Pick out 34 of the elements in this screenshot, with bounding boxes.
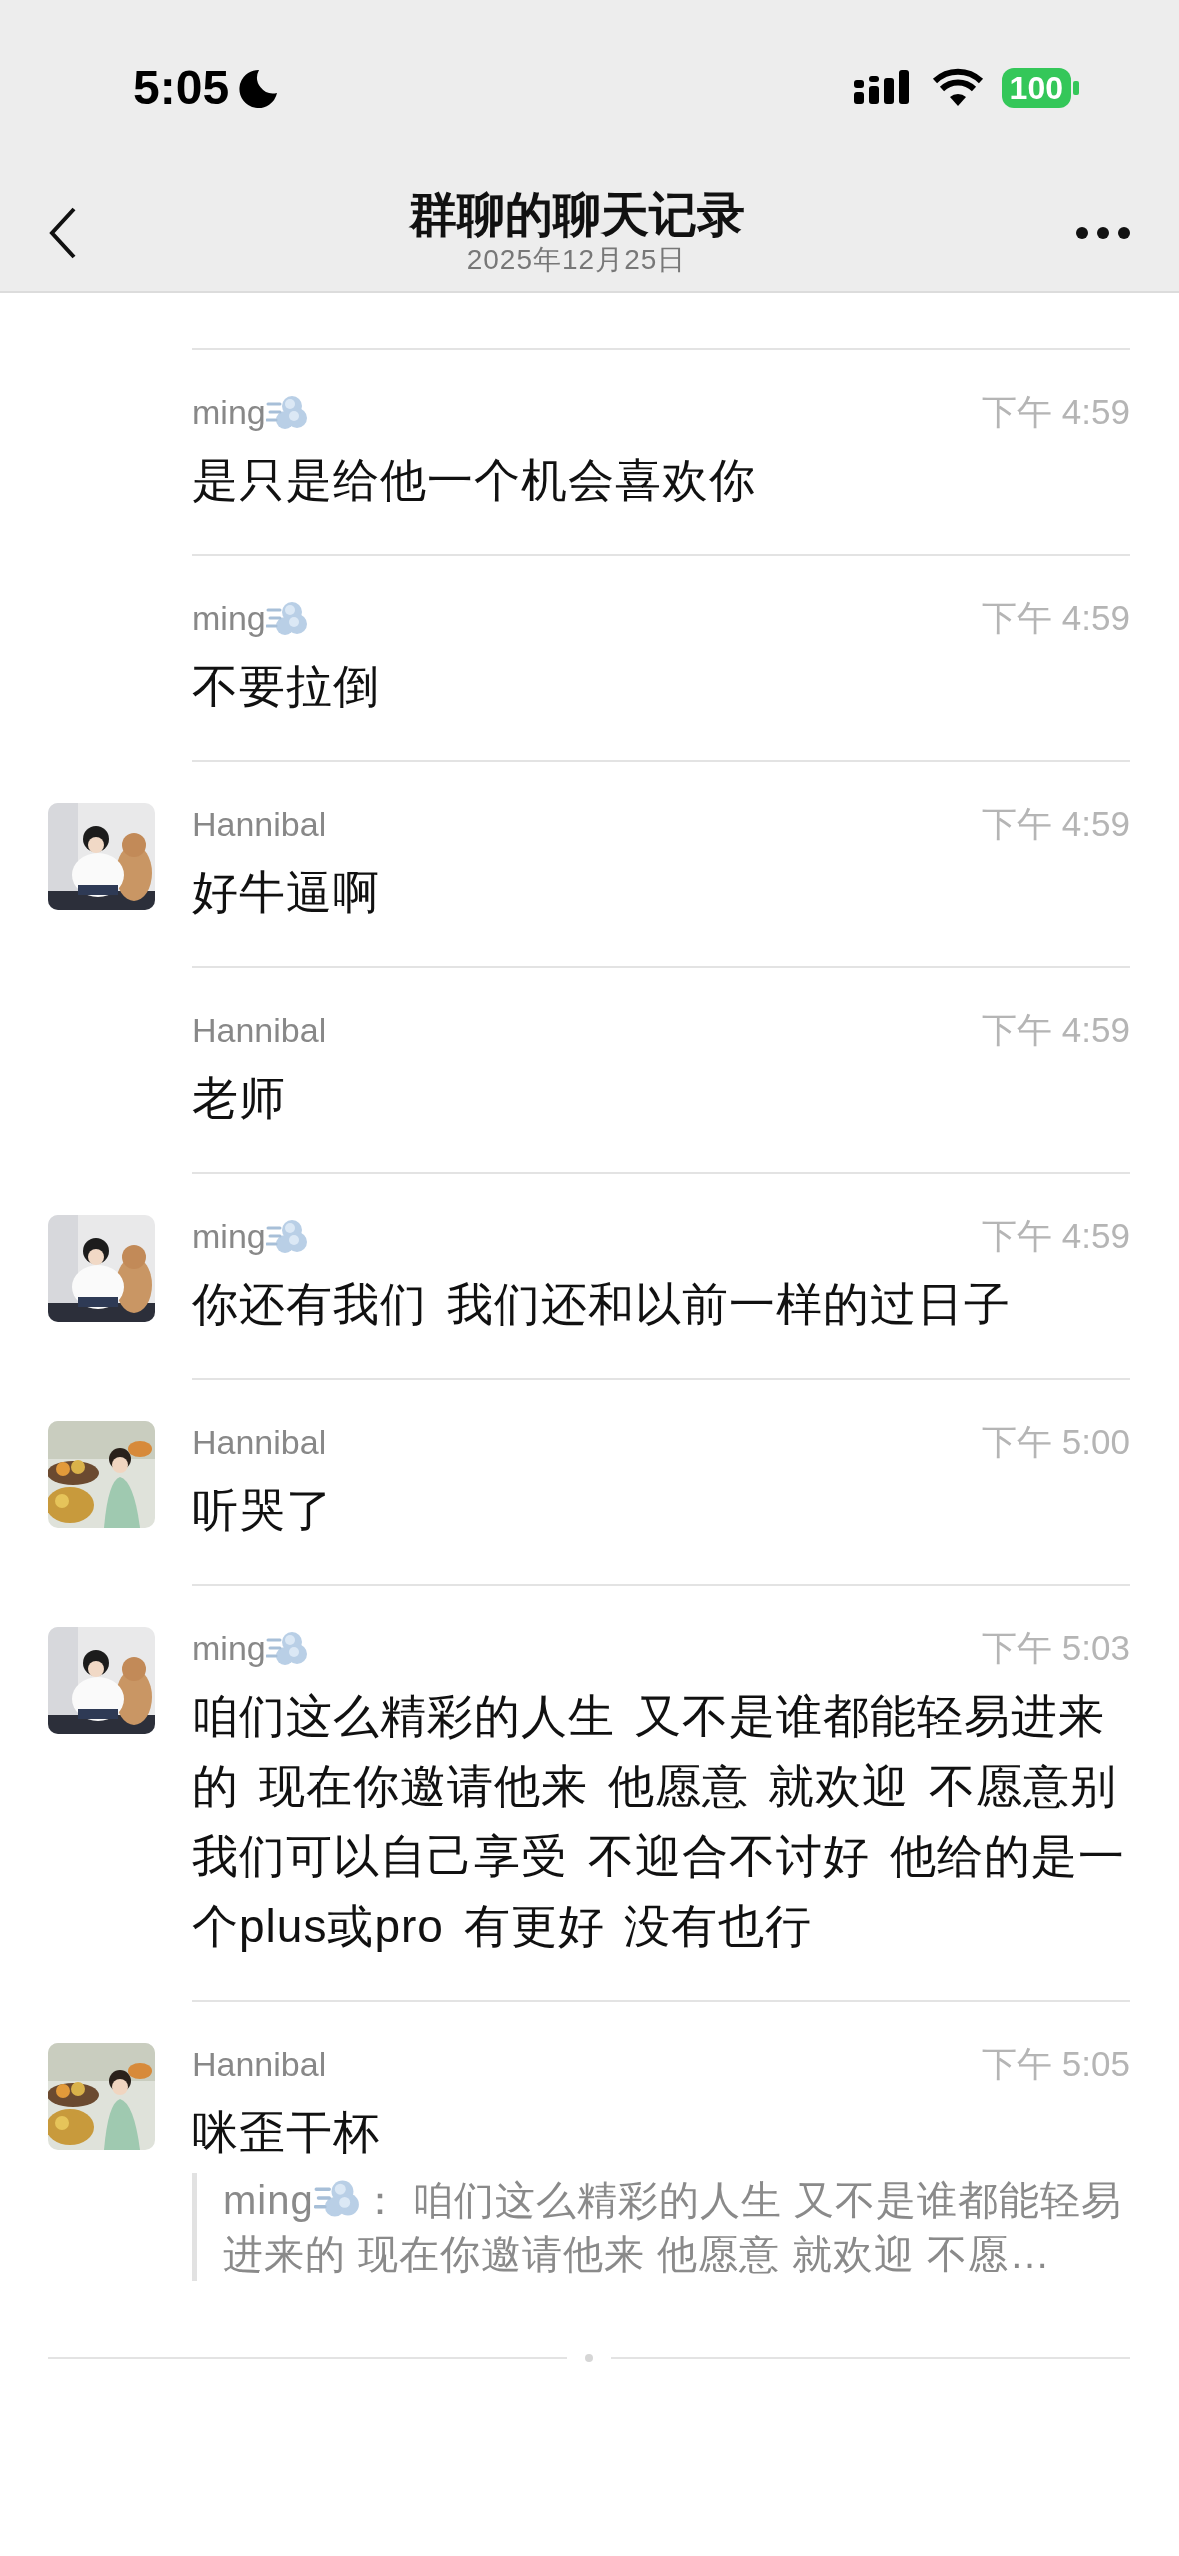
chat-date: 2025年12月25日 bbox=[466, 244, 687, 276]
quoted-message[interactable]: ming ： 咱们这么精彩的人生 又不是谁都能轻易进来的 现在你邀请他来 他愿意 就欢迎 不愿… bbox=[192, 2173, 1130, 2281]
message-text: 咪歪干杯 bbox=[192, 2105, 381, 2160]
message-text: 好牛逼啊 bbox=[192, 865, 381, 920]
message-time: 下午 4:59 bbox=[982, 1214, 1130, 1257]
end-dot-icon bbox=[585, 2354, 593, 2362]
battery-level: 100 bbox=[1001, 67, 1071, 108]
message-text: 是只是给他一个机会喜欢你 bbox=[192, 453, 757, 508]
more-button[interactable] bbox=[1075, 226, 1131, 240]
sender-name: Hannibal bbox=[192, 2044, 327, 2084]
message-time: 下午 5:03 bbox=[982, 1626, 1130, 1669]
status-time: 5:05 bbox=[133, 60, 230, 115]
back-button[interactable] bbox=[48, 205, 78, 261]
message-time: 下午 5:00 bbox=[982, 1420, 1130, 1463]
wifi-icon bbox=[931, 67, 984, 108]
message-time: 下午 4:59 bbox=[982, 802, 1130, 845]
message-time: 下午 5:05 bbox=[982, 2042, 1130, 2085]
message-text: 不要拉倒 bbox=[192, 659, 381, 714]
sender-name: Hannibal bbox=[192, 804, 327, 844]
message-text: 老师 bbox=[192, 1071, 287, 1126]
message-time: 下午 4:59 bbox=[982, 1008, 1130, 1051]
message-text: 咱们这么精彩的人生 又不是谁都能轻易进来的 现在你邀请他来 他愿意 就欢迎 不愿意别我们可以自己享受 不迎合不讨好 他给的是一个plus或pro 有更好 没有也行 bbox=[192, 1689, 1126, 1954]
chat-title: 群聊的聊天记录 bbox=[408, 187, 745, 243]
sender-name: ming bbox=[192, 392, 266, 432]
message-time: 下午 4:59 bbox=[982, 390, 1130, 433]
sender-name: ming bbox=[192, 598, 266, 638]
battery-cap-icon bbox=[1073, 80, 1079, 95]
sender-name: Hannibal bbox=[192, 1010, 327, 1050]
message-time: 下午 4:59 bbox=[982, 596, 1130, 639]
message-text: 你还有我们 我们还和以前一样的过日子 bbox=[192, 1277, 1012, 1332]
message-text: 听哭了 bbox=[192, 1483, 334, 1538]
sender-name: Hannibal bbox=[192, 1422, 327, 1462]
sender-name: ming bbox=[192, 1628, 266, 1668]
sender-name: ming bbox=[192, 1216, 266, 1256]
